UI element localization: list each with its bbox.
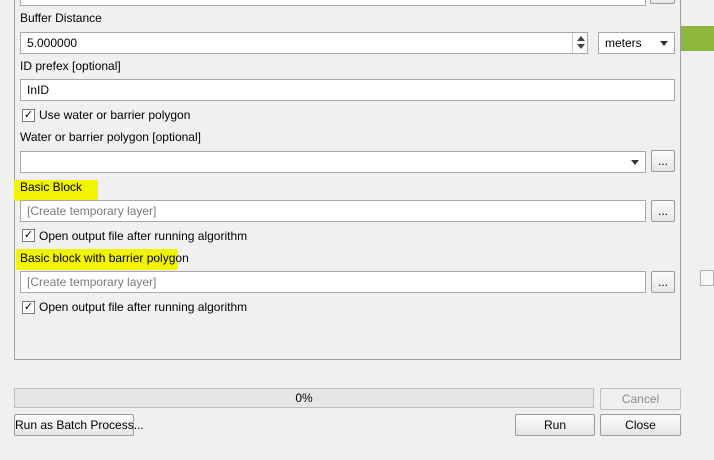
- water-barrier-polygon-select[interactable]: [20, 151, 646, 173]
- basic-block-barrier-output-input[interactable]: [Create temporary layer]: [20, 271, 646, 293]
- buffer-distance-input[interactable]: 5.000000: [20, 32, 588, 54]
- background-close-icon: [700, 270, 714, 286]
- chevron-down-icon: [660, 41, 668, 46]
- buffer-unit-select[interactable]: meters: [598, 32, 675, 54]
- use-water-barrier-label: Use water or barrier polygon: [39, 108, 191, 122]
- background-layer-panel: [681, 26, 714, 51]
- id-prefix-label: ID prefex [optional]: [20, 59, 121, 73]
- progress-label: 0%: [295, 391, 313, 405]
- basic-block-barrier-label: Basic block with barrier polygon: [20, 251, 189, 265]
- close-button[interactable]: Close: [600, 414, 681, 436]
- buffer-distance-stepper[interactable]: [572, 33, 588, 53]
- basic-block-barrier-open-output-checkbox[interactable]: ✓: [22, 301, 35, 314]
- buffer-unit-value: meters: [605, 36, 642, 50]
- chevron-down-icon: [631, 160, 639, 165]
- id-prefix-value: InID: [27, 83, 50, 97]
- progress-bar: 0%: [14, 388, 594, 408]
- water-barrier-polygon-label: Water or barrier polygon [optional]: [20, 130, 201, 144]
- top-partial-field[interactable]: [20, 0, 646, 6]
- basic-block-barrier-open-output-label: Open output file after running algorithm: [39, 300, 248, 314]
- basic-block-open-output-checkbox[interactable]: ✓: [22, 229, 35, 242]
- basic-block-barrier-placeholder: [Create temporary layer]: [27, 275, 157, 289]
- basic-block-barrier-browse-button[interactable]: ...: [651, 271, 675, 293]
- id-prefix-input[interactable]: InID: [20, 79, 675, 101]
- run-button[interactable]: Run: [515, 414, 595, 436]
- cancel-button[interactable]: Cancel: [600, 388, 681, 410]
- stepper-down-icon[interactable]: [577, 44, 585, 49]
- water-barrier-browse-button[interactable]: ...: [651, 150, 675, 172]
- buffer-distance-value: 5.000000: [27, 36, 78, 50]
- basic-block-label: Basic Block: [20, 180, 83, 194]
- run-batch-button[interactable]: Run as Batch Process...: [14, 414, 144, 436]
- basic-block-placeholder: [Create temporary layer]: [27, 204, 157, 218]
- basic-block-output-input[interactable]: [Create temporary layer]: [20, 200, 646, 222]
- basic-block-browse-button[interactable]: ...: [651, 200, 675, 222]
- stepper-up-icon[interactable]: [577, 36, 585, 41]
- top-partial-button[interactable]: [650, 0, 675, 4]
- basic-block-open-output-label: Open output file after running algorithm: [39, 229, 248, 243]
- use-water-barrier-checkbox[interactable]: ✓: [22, 109, 35, 122]
- buffer-distance-label: Buffer Distance: [20, 11, 102, 25]
